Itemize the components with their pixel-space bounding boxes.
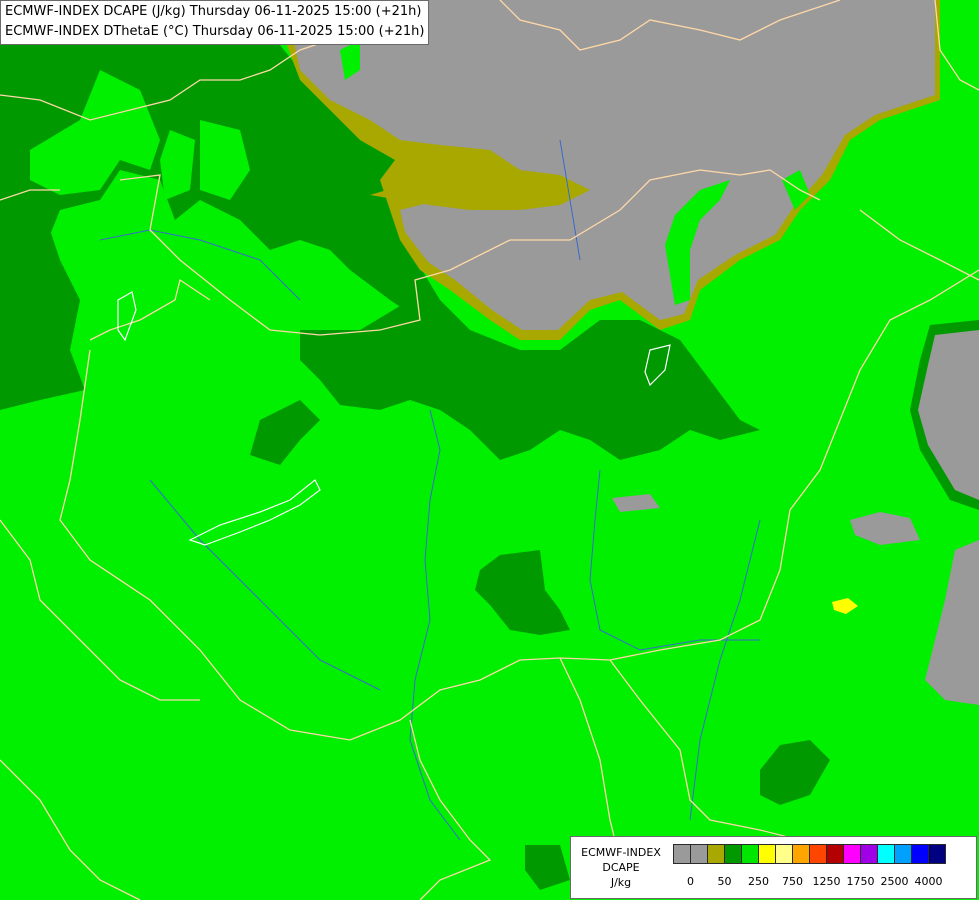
legend-swatch (860, 844, 878, 864)
legend-swatch (775, 844, 793, 864)
map-title-box: ECMWF-INDEX DCAPE (J/kg) Thursday 06-11-… (0, 0, 430, 45)
legend-swatch (673, 844, 691, 864)
legend-ticks: 0 50 250 750 1250 1750 2500 4000 (673, 875, 973, 889)
legend-swatch (928, 844, 946, 864)
title-line-dcape: ECMWF-INDEX DCAPE (J/kg) Thursday 06-11-… (5, 4, 422, 19)
legend-line-1: ECMWF-INDEX (581, 846, 661, 859)
legend-swatch (877, 844, 895, 864)
legend-line-2: DCAPE (602, 861, 640, 874)
legend-tick-label: 50 (717, 875, 732, 888)
legend-tick-label: 4000 (914, 875, 943, 888)
legend-name: ECMWF-INDEX DCAPE J/kg (571, 845, 671, 890)
dcape-map (0, 0, 979, 900)
legend-line-3: J/kg (610, 876, 632, 889)
legend-swatch (894, 844, 912, 864)
color-legend: ECMWF-INDEX DCAPE J/kg 0 50 250 750 1250 1750… (570, 836, 977, 899)
legend-swatch (724, 844, 742, 864)
legend-swatch (707, 844, 725, 864)
legend-swatches (673, 844, 946, 864)
legend-swatch (758, 844, 776, 864)
legend-swatch (826, 844, 844, 864)
legend-swatch (843, 844, 861, 864)
legend-tick-label: 750 (782, 875, 803, 888)
legend-swatch (809, 844, 827, 864)
title-line-dthetae: ECMWF-INDEX DThetaE (°C) Thursday 06-11-… (5, 24, 425, 39)
legend-tick-label: 1250 (812, 875, 841, 888)
legend-swatch (792, 844, 810, 864)
legend-swatch (911, 844, 929, 864)
legend-swatch (741, 844, 759, 864)
legend-tick-label: 250 (748, 875, 769, 888)
legend-tick-label: 1750 (846, 875, 875, 888)
legend-tick-label: 2500 (880, 875, 909, 888)
legend-swatch (690, 844, 708, 864)
legend-tick-label: 0 (687, 875, 694, 888)
